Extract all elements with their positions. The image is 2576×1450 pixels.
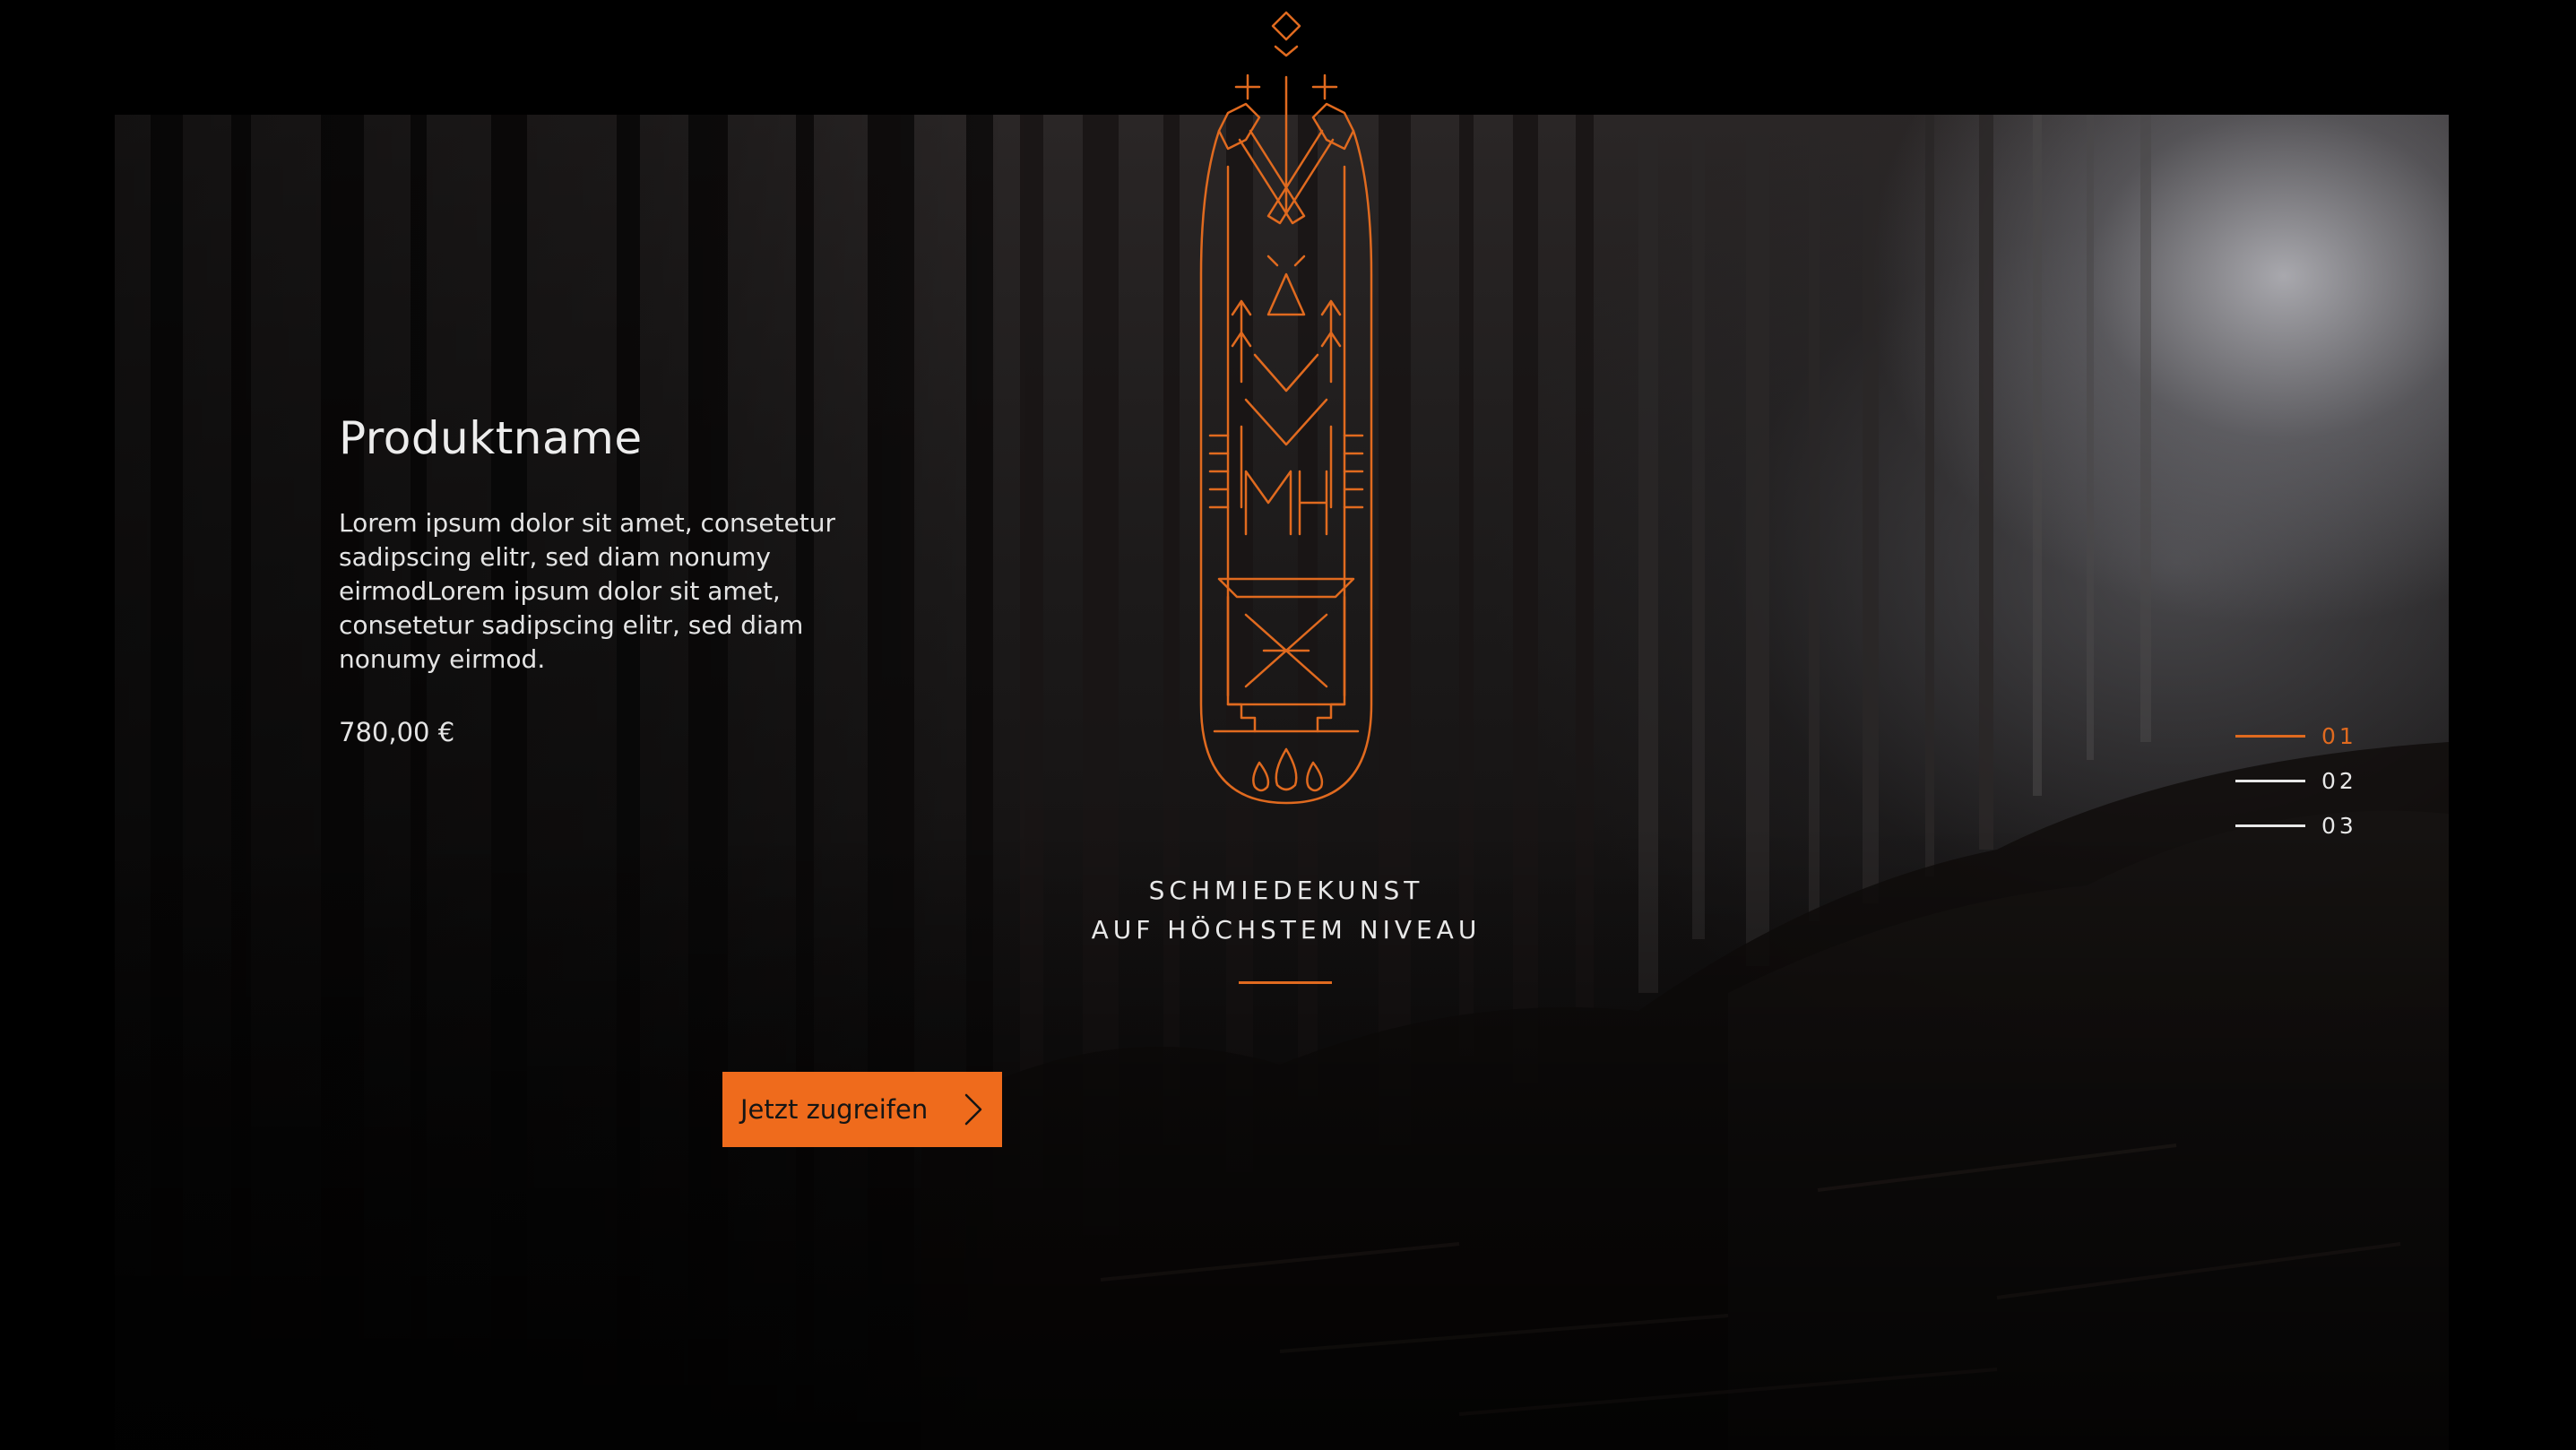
forge-emblem-icon xyxy=(1199,11,1373,805)
pagination-line xyxy=(2235,734,2305,738)
product-price: 780,00 € xyxy=(339,717,455,747)
product-description: Lorem ipsum dolor sit amet, consetetur s… xyxy=(339,508,836,674)
chevron-right-icon xyxy=(964,1093,982,1126)
product-title: Produktname xyxy=(339,412,643,464)
tagline-line-2: AUF HÖCHSTEM NIVEAU xyxy=(1091,915,1482,945)
pagination-item-01[interactable]: 01 xyxy=(2235,713,2379,758)
tagline: SCHMIEDEKUNST AUF HÖCHSTEM NIVEAU xyxy=(995,871,1578,950)
tagline-line-1: SCHMIEDEKUNST xyxy=(1148,876,1424,905)
pagination-line xyxy=(2235,779,2305,782)
pagination-line xyxy=(2235,824,2305,827)
pagination-number: 02 xyxy=(2321,767,2357,794)
pagination-number: 01 xyxy=(2321,722,2357,749)
pagination-item-02[interactable]: 02 xyxy=(2235,758,2379,803)
buy-now-button-label: Jetzt zugreifen xyxy=(740,1094,929,1125)
buy-now-button[interactable]: Jetzt zugreifen xyxy=(722,1072,1002,1147)
pagination-number: 03 xyxy=(2321,812,2357,839)
tagline-divider xyxy=(1239,981,1332,984)
pagination-item-03[interactable]: 03 xyxy=(2235,803,2379,848)
hero-page: SCHMIEDEKUNST AUF HÖCHSTEM NIVEAU Produk… xyxy=(0,0,2576,1450)
slide-pagination: 01 02 03 xyxy=(2235,713,2379,848)
